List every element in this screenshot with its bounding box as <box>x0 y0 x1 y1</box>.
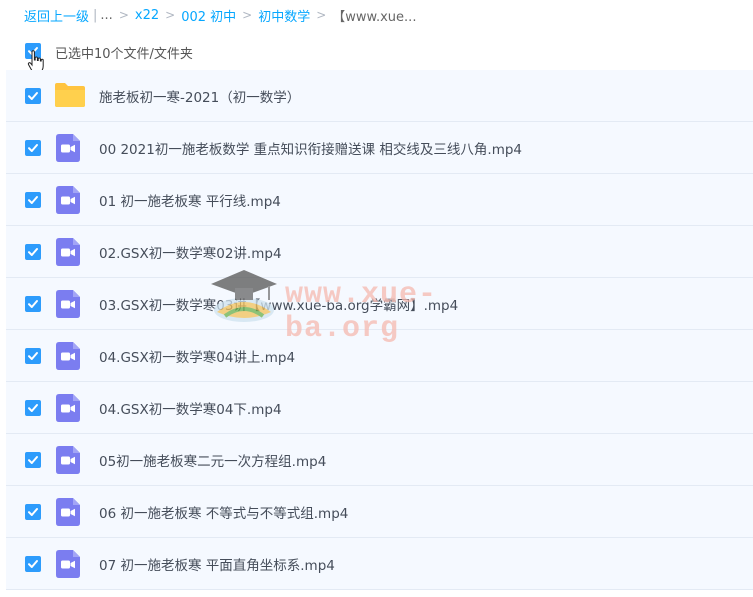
video-file-icon <box>56 290 80 322</box>
file-name[interactable]: 06 初一施老板寒 不等式与不等式组.mp4 <box>99 502 348 522</box>
back-link[interactable]: 返回上一级 <box>24 6 89 25</box>
file-row[interactable]: 04.GSX初一数学寒04下.mp4 <box>6 382 753 434</box>
check-icon <box>28 144 38 152</box>
selection-count: 已选中10个文件/文件夹 <box>55 47 193 62</box>
check-icon <box>28 352 38 360</box>
file-name[interactable]: 04.GSX初一数学寒04下.mp4 <box>99 398 282 418</box>
video-file-icon <box>56 446 80 478</box>
file-name[interactable]: 05初一施老板寒二元一次方程组.mp4 <box>99 450 326 470</box>
breadcrumb-sep: > <box>316 8 327 22</box>
breadcrumb-item-x22[interactable]: x22 <box>135 8 159 23</box>
file-row[interactable]: 05初一施老板寒二元一次方程组.mp4 <box>6 434 753 486</box>
breadcrumb-sep: > <box>118 8 129 22</box>
file-checkbox[interactable] <box>25 400 41 416</box>
video-file-icon <box>56 498 80 530</box>
check-icon <box>28 508 38 516</box>
check-icon <box>28 560 38 568</box>
breadcrumb-divider: | <box>93 7 98 23</box>
check-icon <box>28 196 38 204</box>
check-icon <box>28 92 38 100</box>
breadcrumb-sep: > <box>242 8 253 22</box>
file-checkbox[interactable] <box>25 244 41 260</box>
file-list: 施老板初一寒-2021（初一数学） 00 2021初一施老板数学 重点知识衔接赠送… <box>6 70 753 597</box>
file-row[interactable]: 03.GSX初一数学寒03讲【www.xue-ba.org学霸网】.mp4 <box>6 278 753 330</box>
breadcrumb: 返回上一级 | ... > x22 > 002 初中 > 初中数学 > 【www… <box>0 0 753 30</box>
file-checkbox[interactable] <box>25 192 41 208</box>
file-name[interactable]: 01 初一施老板寒 平行线.mp4 <box>99 190 281 210</box>
file-name[interactable]: 07 初一施老板寒 平面直角坐标系.mp4 <box>99 554 335 574</box>
check-icon <box>28 456 38 464</box>
video-file-icon <box>56 550 80 582</box>
file-name[interactable]: 04.GSX初一数学寒04讲上.mp4 <box>99 346 295 366</box>
file-checkbox[interactable] <box>25 348 41 364</box>
selection-bar: 已选中10个文件/文件夹 <box>0 30 753 70</box>
file-row[interactable]: 施老板初一寒-2021（初一数学） <box>6 70 753 122</box>
file-row[interactable]: 04.GSX初一数学寒04讲上.mp4 <box>6 330 753 382</box>
video-file-icon <box>56 394 80 426</box>
breadcrumb-item-junior-high[interactable]: 002 初中 <box>181 6 236 25</box>
file-checkbox[interactable] <box>25 140 41 156</box>
file-row[interactable]: 00 2021初一施老板数学 重点知识衔接赠送课 相交线及三线八角.mp4 <box>6 122 753 174</box>
breadcrumb-sep: > <box>165 8 176 22</box>
file-row[interactable]: 01 初一施老板寒 平行线.mp4 <box>6 174 753 226</box>
file-name[interactable]: 00 2021初一施老板数学 重点知识衔接赠送课 相交线及三线八角.mp4 <box>99 138 522 158</box>
check-icon <box>28 300 38 308</box>
file-checkbox[interactable] <box>25 452 41 468</box>
breadcrumb-item-math[interactable]: 初中数学 <box>258 6 310 25</box>
check-icon <box>28 248 38 256</box>
breadcrumb-current: 【www.xue... <box>332 9 417 25</box>
video-file-icon <box>56 342 80 374</box>
video-file-icon <box>56 186 80 218</box>
file-name[interactable]: 02.GSX初一数学寒02讲.mp4 <box>99 242 282 262</box>
video-file-icon <box>56 238 80 270</box>
file-name[interactable]: 03.GSX初一数学寒03讲【www.xue-ba.org学霸网】.mp4 <box>99 294 458 314</box>
file-row[interactable]: 02.GSX初一数学寒02讲.mp4 <box>6 226 753 278</box>
video-file-icon <box>56 134 80 166</box>
folder-icon <box>54 82 86 112</box>
file-checkbox[interactable] <box>25 88 41 104</box>
check-icon <box>28 404 38 412</box>
file-row[interactable]: 06 初一施老板寒 不等式与不等式组.mp4 <box>6 486 753 538</box>
file-checkbox[interactable] <box>25 556 41 572</box>
file-checkbox[interactable] <box>25 504 41 520</box>
file-name[interactable]: 施老板初一寒-2021（初一数学） <box>99 86 300 106</box>
breadcrumb-ellipsis[interactable]: ... <box>100 8 112 23</box>
file-row[interactable]: 07 初一施老板寒 平面直角坐标系.mp4 <box>6 538 753 590</box>
file-checkbox[interactable] <box>25 296 41 312</box>
